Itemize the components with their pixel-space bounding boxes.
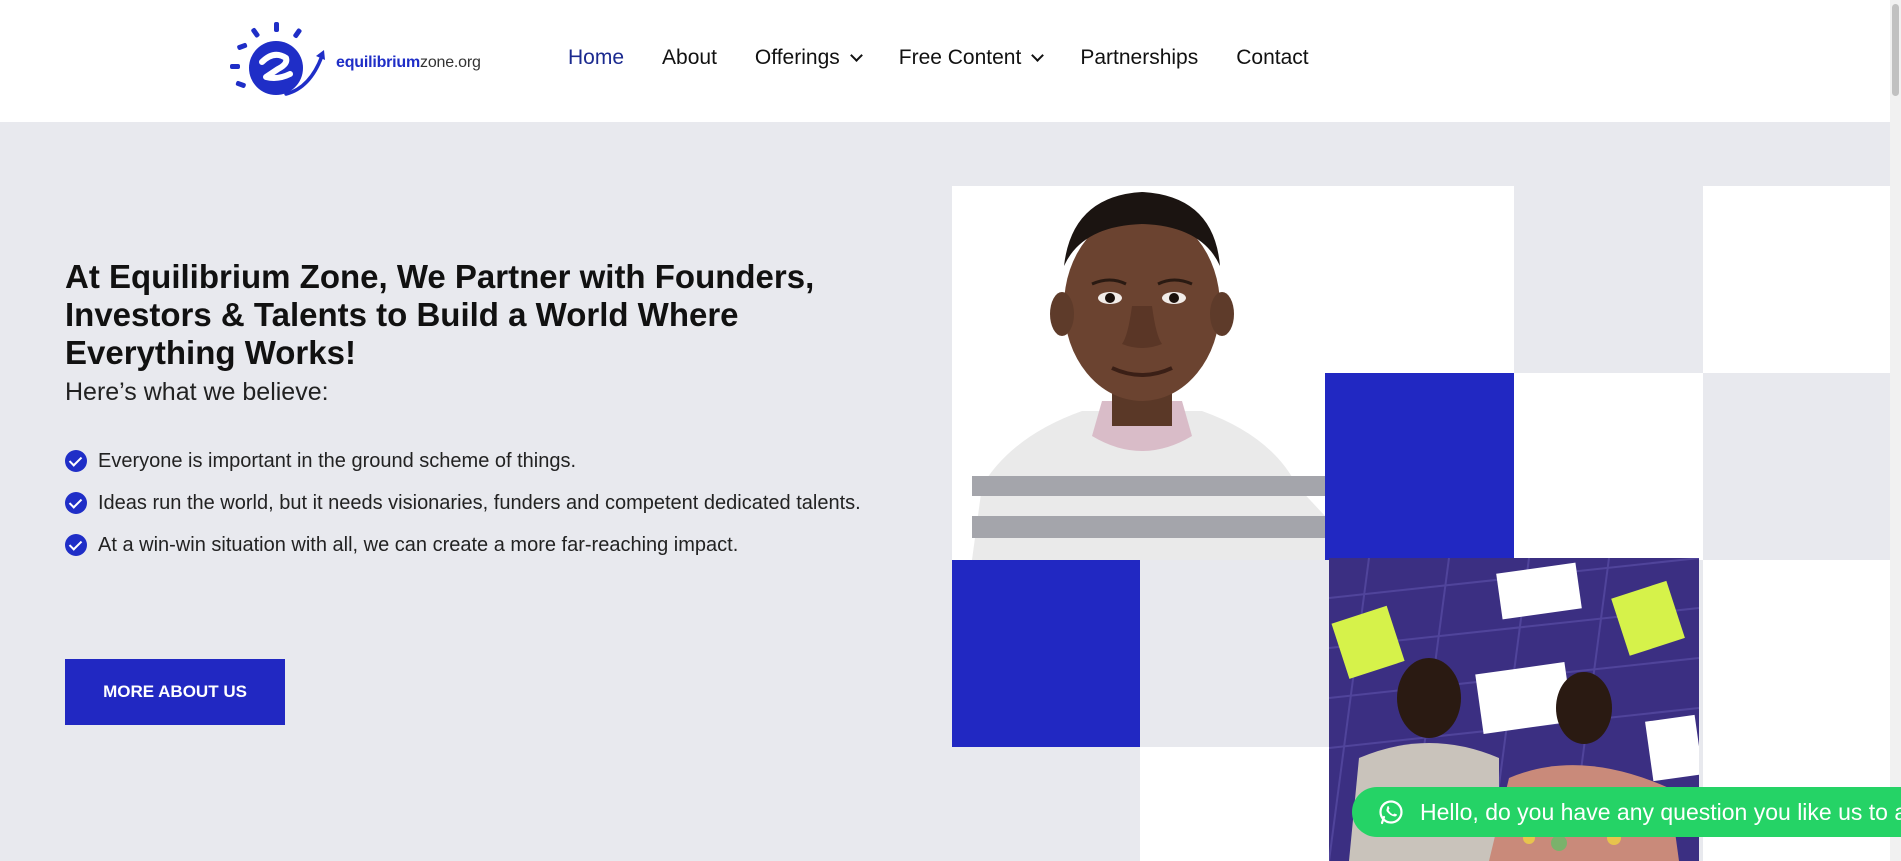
logo-domain-text: zone.org [420,54,481,71]
scrollbar-thumb[interactable] [1892,4,1899,96]
logo-wordmark: equilibriumzone.org [336,54,481,72]
mosaic-tile [952,560,1140,747]
beliefs-list: Everyone is important in the ground sche… [65,440,905,566]
hero-subtitle: Here’s what we believe: [65,378,329,406]
mosaic-tile [1514,186,1703,373]
whatsapp-icon [1379,800,1403,825]
whatsapp-chat-button[interactable]: Hello, do you have any question you like… [1352,787,1901,837]
list-item: At a win-win situation with all, we can … [65,524,905,566]
nav-offerings[interactable]: Offerings [754,46,863,70]
nav-home-label: Home [568,46,625,69]
chevron-down-icon [1031,48,1045,62]
check-circle-icon [65,450,87,472]
nav-home[interactable]: Home [568,46,624,70]
nav-partnerships-label: Partnerships [1080,46,1199,69]
nav-partnerships[interactable]: Partnerships [1080,46,1198,70]
hero-title: At Equilibrium Zone, We Partner with Fou… [65,258,815,371]
nav-about[interactable]: About [662,46,717,70]
page-scrollbar[interactable] [1890,0,1901,861]
site-header: equilibriumzone.org Home About Offerings… [0,0,1890,122]
nav-free-content-label: Free Content [898,46,1022,69]
belief-text: Ideas run the world, but it needs vision… [98,492,861,514]
nav-contact-label: Contact [1236,46,1309,69]
nav-about-label: About [662,46,717,69]
portrait-image [952,186,1325,560]
list-item: Ideas run the world, but it needs vision… [65,482,905,524]
main-nav: Home About Offerings Free Content Partne… [568,46,1347,70]
check-circle-icon [65,534,87,556]
logo-brand-text: equilibrium [336,54,421,71]
nav-offerings-label: Offerings [754,46,840,69]
check-circle-icon [65,492,87,514]
whatsapp-message: Hello, do you have any question you like… [1420,798,1901,825]
equilibrium-logo-icon [230,22,325,96]
mosaic-tile [1140,747,1329,861]
chevron-down-icon [849,48,863,62]
list-item: Everyone is important in the ground sche… [65,440,905,482]
nav-contact[interactable]: Contact [1236,46,1308,70]
nav-free-content[interactable]: Free Content [898,46,1045,70]
mosaic-tile [1514,373,1703,560]
belief-text: At a win-win situation with all, we can … [98,534,739,556]
more-about-us-button[interactable]: MORE ABOUT US [65,659,285,725]
belief-text: Everyone is important in the ground sche… [98,450,577,472]
mosaic-tile [1325,186,1514,373]
site-logo[interactable]: equilibriumzone.org [226,22,496,98]
mosaic-tile [1325,373,1514,560]
mosaic-tile [1703,186,1890,373]
portrait-photo [952,186,1325,560]
